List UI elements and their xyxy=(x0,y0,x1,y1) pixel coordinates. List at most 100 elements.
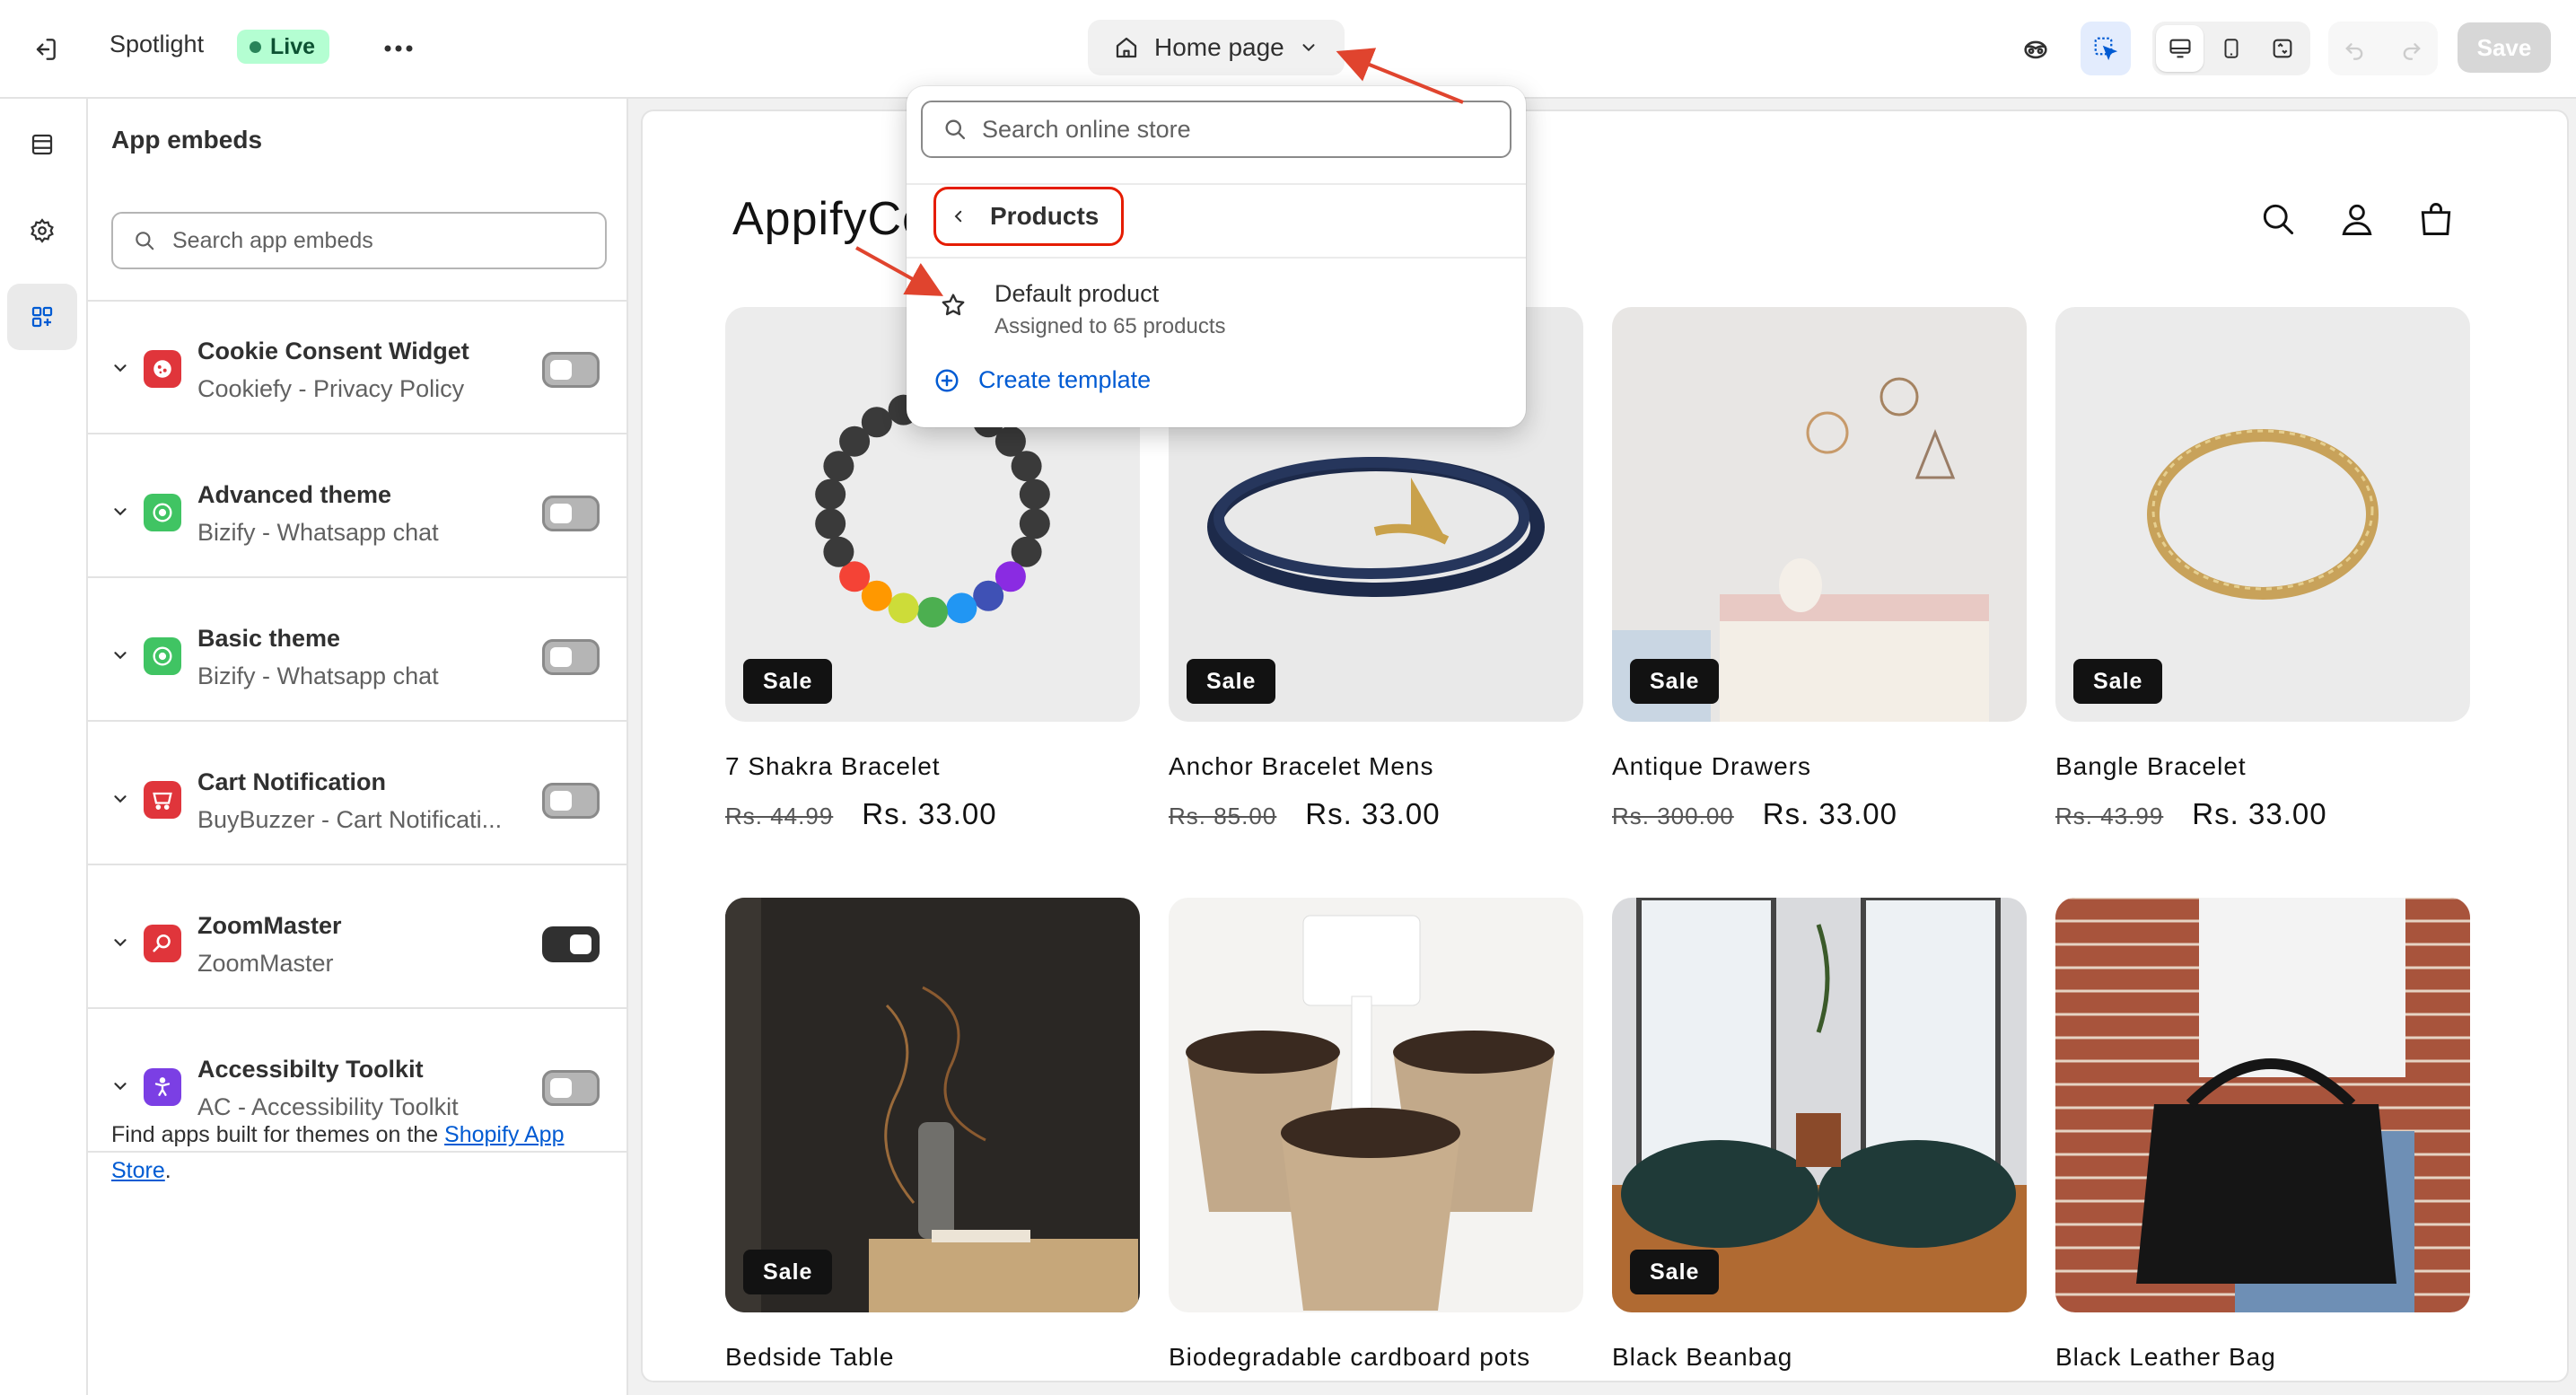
product-title[interactable]: Antique Drawers xyxy=(1612,752,1811,781)
store-logo-text[interactable]: AppifyCo xyxy=(732,192,929,246)
product-image[interactable] xyxy=(1169,898,1583,1312)
product-image[interactable] xyxy=(2055,898,2470,1312)
live-dot-icon xyxy=(250,40,261,53)
product-title[interactable]: Biodegradable cardboard pots xyxy=(1169,1343,1530,1372)
theme-name: Spotlight xyxy=(110,31,205,57)
product-card-bedside-table[interactable]: Sale Bedside Table xyxy=(725,898,1140,1371)
product-card-antique-drawers[interactable]: Sale Antique Drawers Rs. 300.00 Rs. 33.00 xyxy=(1612,307,2027,830)
embed-name: Advanced theme xyxy=(197,481,392,508)
product-card-bangle-bracelet[interactable]: Sale Bangle Bracelet Rs. 43.99 Rs. 33.00 xyxy=(2055,307,2470,830)
chevron-down-icon[interactable] xyxy=(106,785,135,813)
sale-badge: Sale xyxy=(743,1250,833,1294)
product-title[interactable]: Bedside Table xyxy=(725,1343,894,1372)
desktop-icon xyxy=(2169,39,2191,58)
gear-icon xyxy=(31,218,54,243)
product-image[interactable]: Sale xyxy=(2055,307,2470,722)
chevron-down-icon[interactable] xyxy=(106,1072,135,1101)
zoom-icon xyxy=(144,925,181,962)
inspector-icon xyxy=(2024,40,2047,59)
exit-icon xyxy=(36,39,56,60)
save-button[interactable]: Save xyxy=(2458,22,2551,73)
product-image[interactable]: Sale xyxy=(1612,307,2027,722)
product-card-black-leather-bag[interactable]: Black Leather Bag xyxy=(2055,898,2470,1371)
sale-badge: Sale xyxy=(2073,659,2163,704)
embed-app-name: ZoomMaster xyxy=(197,950,334,977)
embed-row-advanced-theme[interactable]: Advanced theme Bizify - Whatsapp chat xyxy=(88,447,628,578)
sections-button[interactable] xyxy=(7,111,77,178)
embed-toggle[interactable] xyxy=(542,926,600,962)
top-bar: Spotlight Live Home page Save xyxy=(0,0,2576,99)
online-store-search-input[interactable] xyxy=(982,115,1485,144)
product-title[interactable]: Black Leather Bag xyxy=(2055,1343,2276,1372)
product-prices: Rs. 44.99 Rs. 33.00 xyxy=(725,797,997,831)
exit-button[interactable] xyxy=(23,28,66,71)
app-embeds-search xyxy=(111,212,607,269)
history-controls xyxy=(2328,22,2438,75)
online-store-search xyxy=(921,101,1511,158)
device-switcher xyxy=(2152,22,2310,75)
sale-price: Rs. 33.00 xyxy=(2192,797,2327,830)
product-title[interactable]: Anchor Bracelet Mens xyxy=(1169,752,1433,781)
fullscreen-icon xyxy=(2273,39,2292,58)
product-title[interactable]: Black Beanbag xyxy=(1612,1343,1792,1372)
embed-name: Cart Notification xyxy=(197,768,387,795)
desktop-view-button[interactable] xyxy=(2156,25,2204,72)
embed-row-zoommaster[interactable]: ZoomMaster ZoomMaster xyxy=(88,878,628,1009)
embed-row-cart-notification[interactable]: Cart Notification BuyBuzzer - Cart Notifi… xyxy=(88,734,628,865)
more-actions-button[interactable] xyxy=(377,29,420,68)
embed-app-name: BuyBuzzer - Cart Notificati... xyxy=(197,806,503,833)
divider xyxy=(88,720,628,722)
select-elements-button[interactable] xyxy=(2081,22,2131,75)
sale-price: Rs. 33.00 xyxy=(1305,797,1441,830)
cursor-select-icon xyxy=(2094,37,2118,61)
chevron-down-icon[interactable] xyxy=(106,354,135,382)
chevron-down-icon[interactable] xyxy=(106,497,135,526)
app-embeds-search-input[interactable] xyxy=(172,227,567,254)
embed-toggle[interactable] xyxy=(542,783,600,819)
star-icon xyxy=(942,294,965,316)
chevron-down-icon[interactable] xyxy=(106,928,135,957)
app-embeds-panel: App embeds Cookie Consent Widget Cookiefy… xyxy=(88,99,628,1395)
accessibility-icon xyxy=(144,1068,181,1106)
product-title[interactable]: 7 Shakra Bracelet xyxy=(725,752,941,781)
embed-app-name: Cookiefy - Privacy Policy xyxy=(197,375,465,402)
fullscreen-view-button[interactable] xyxy=(2259,25,2307,72)
undo-button[interactable] xyxy=(2329,23,2379,74)
page-selector[interactable]: Home page xyxy=(1088,20,1345,75)
product-card-biodegradable-cardboard-pots[interactable]: Biodegradable cardboard pots xyxy=(1169,898,1583,1371)
chevron-down-icon[interactable] xyxy=(106,641,135,670)
bag-icon xyxy=(2421,203,2451,235)
embed-toggle[interactable] xyxy=(542,496,600,531)
plus-circle-icon xyxy=(935,369,959,391)
theme-settings-button[interactable] xyxy=(7,197,77,264)
product-title[interactable]: Bangle Bracelet xyxy=(2055,752,2247,781)
create-template-label: Create template xyxy=(978,366,1152,393)
live-badge: Live xyxy=(237,30,330,64)
account-button[interactable] xyxy=(2332,194,2382,244)
redo-button[interactable] xyxy=(2387,23,2437,74)
embed-row-cookie-consent-widget[interactable]: Cookie Consent Widget Cookiefy - Privacy … xyxy=(88,303,628,434)
sale-price: Rs. 33.00 xyxy=(862,797,997,830)
embed-name: ZoomMaster xyxy=(197,912,342,939)
sale-badge: Sale xyxy=(743,659,833,704)
mobile-view-button[interactable] xyxy=(2207,25,2255,72)
footer-text: Find apps built for themes on the xyxy=(111,1122,445,1147)
embed-toggle[interactable] xyxy=(542,352,600,388)
product-image[interactable]: Sale xyxy=(1612,898,2027,1312)
product-card-black-beanbag[interactable]: Sale Black Beanbag xyxy=(1612,898,2027,1371)
home-icon xyxy=(1116,37,1137,58)
inspector-button[interactable] xyxy=(2011,22,2061,75)
sale-price: Rs. 33.00 xyxy=(1762,797,1897,830)
store-search-button[interactable] xyxy=(2253,194,2303,244)
product-image[interactable]: Sale xyxy=(725,898,1140,1312)
chevron-down-icon xyxy=(1302,44,1315,52)
cart-button[interactable] xyxy=(2411,194,2461,244)
page-selector-label: Home page xyxy=(1154,33,1284,61)
embed-toggle[interactable] xyxy=(542,639,600,675)
default-product-template[interactable]: Default product Assigned to 65 products xyxy=(919,271,1511,345)
embed-row-basic-theme[interactable]: Basic theme Bizify - Whatsapp chat xyxy=(88,591,628,722)
embed-toggle[interactable] xyxy=(542,1070,600,1106)
create-template-button[interactable]: Create template xyxy=(933,366,1151,394)
app-embeds-button[interactable] xyxy=(7,284,77,350)
products-back-button[interactable]: Products xyxy=(933,187,1124,246)
